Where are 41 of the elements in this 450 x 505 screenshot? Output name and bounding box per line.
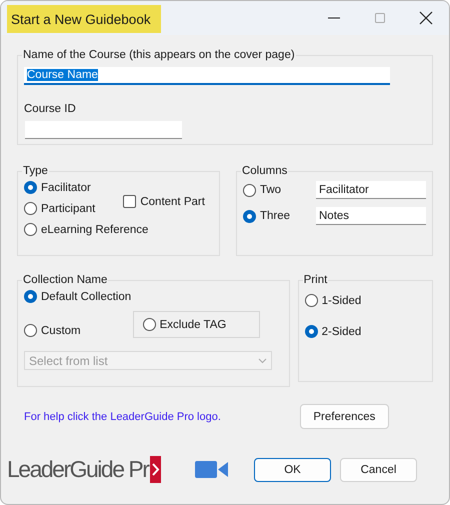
course-id-field[interactable]: [25, 121, 182, 139]
radio-option[interactable]: Default Collection: [24, 290, 132, 303]
content-part-checkbox[interactable]: Content Part: [123, 195, 205, 208]
group-label: Type: [22, 166, 49, 177]
radio-option[interactable]: Two: [242, 184, 282, 196]
chevron-down-icon: [258, 358, 267, 364]
radio-button[interactable]: [304, 294, 318, 307]
help-link[interactable]: For help click the LeaderGuide Pro logo.: [24, 410, 221, 422]
radio-option[interactable]: Participant: [24, 202, 96, 215]
radio-option[interactable]: Three: [242, 210, 290, 222]
radio-option[interactable]: Facilitator: [24, 181, 96, 194]
radio-option[interactable]: 2-Sided: [304, 325, 426, 338]
radio-button[interactable]: [24, 290, 37, 303]
radio-button[interactable]: [242, 184, 256, 196]
radio-button[interactable]: [24, 181, 37, 194]
logo[interactable]: LeaderGuide Pr: [7, 456, 162, 483]
checkbox[interactable]: [123, 195, 136, 208]
radio-button[interactable]: [24, 223, 37, 236]
column-name-field[interactable]: Facilitator: [316, 181, 426, 199]
course-name-field[interactable]: Course Name: [24, 67, 390, 85]
dialog-button[interactable]: Cancel: [340, 458, 417, 482]
radio-button[interactable]: [24, 324, 37, 337]
radio-button[interactable]: [142, 318, 156, 331]
window-title: Start a New Guidebook: [7, 5, 161, 33]
radio-option[interactable]: Exclude TAG: [142, 318, 226, 331]
radio-button[interactable]: [24, 202, 37, 215]
radio-option[interactable]: eLearning Reference: [24, 223, 148, 236]
group-label: Print: [302, 275, 328, 286]
chevron-right-icon: [150, 456, 162, 483]
column-name-field[interactable]: Notes: [316, 207, 426, 225]
group-label: Columns: [240, 166, 288, 177]
radio-button[interactable]: [242, 210, 256, 222]
radio-option[interactable]: Custom: [24, 324, 81, 337]
radio-option[interactable]: 1-Sided: [304, 294, 426, 307]
dialog-button[interactable]: OK: [254, 458, 331, 482]
preferences-button[interactable]: Preferences: [300, 404, 389, 429]
radio-button[interactable]: [304, 325, 318, 338]
field-label: Course ID: [24, 103, 77, 115]
group-label: Collection Name: [22, 275, 108, 286]
group-label: Name of the Course (this appears on the cover page): [22, 50, 296, 61]
video-camera-icon[interactable]: [195, 461, 228, 478]
